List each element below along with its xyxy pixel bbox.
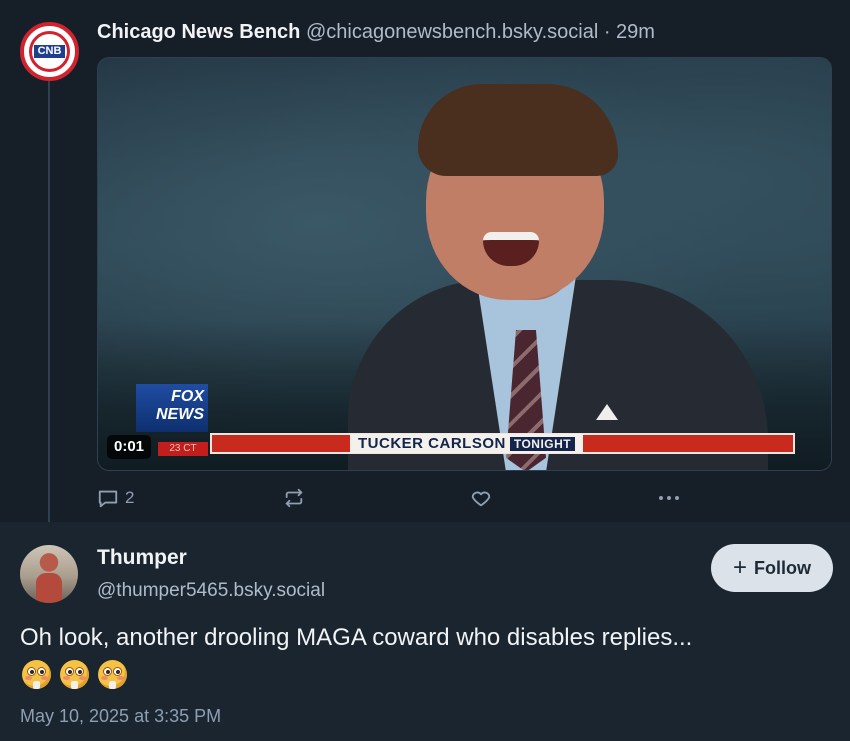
speech-bubble-icon [98, 490, 118, 508]
post-time[interactable]: 29m [616, 21, 655, 43]
chyron-title: TUCKER CARLSON [358, 435, 506, 452]
reply-button[interactable]: 2 [97, 487, 134, 509]
flushed-face-icon [98, 660, 127, 689]
chyron-tag: TONIGHT [509, 437, 576, 451]
flushed-face-icon [22, 660, 51, 689]
thread-line [48, 80, 50, 532]
cnb-logo: CNB [29, 31, 70, 72]
network-logo: FOX NEWS [136, 384, 208, 432]
repost-icon [285, 488, 303, 508]
ellipsis-icon [659, 496, 679, 500]
heart-icon [471, 491, 491, 507]
separator: · [598, 21, 617, 43]
video-elapsed-time: 0:01 [107, 435, 152, 459]
like-button[interactable] [470, 487, 492, 509]
avatar[interactable]: CNB [20, 22, 79, 81]
author-name[interactable]: Chicago News Bench [97, 21, 300, 43]
author-handle[interactable]: @chicagonewsbench.bsky.social [306, 21, 598, 43]
chyron-text: TUCKER CARLSON TONIGHT [350, 434, 584, 453]
follow-button[interactable]: + Follow [711, 544, 833, 592]
broadcast-clock: 23 CT [158, 442, 208, 456]
reply-count: 2 [125, 488, 135, 507]
post-date[interactable]: May 10, 2025 at 3:35 PM [20, 706, 221, 727]
avatar[interactable] [20, 545, 78, 603]
more-options-button[interactable] [656, 487, 682, 509]
repost-button[interactable] [283, 487, 305, 509]
post-header: Chicago News Bench @chicagonewsbench.bsk… [97, 21, 655, 44]
chyron: TUCKER CARLSON TONIGHT [210, 433, 795, 454]
video-person [348, 80, 768, 470]
emoji-row [22, 660, 127, 689]
plus-icon: + [732, 554, 747, 581]
author-handle[interactable]: @thumper5465.bsky.social [97, 580, 325, 602]
avatar-text: CNB [33, 45, 66, 58]
flushed-face-icon [60, 660, 89, 689]
post-text: Oh look, another drooling MAGA coward wh… [20, 624, 693, 651]
video-player[interactable]: FOX NEWS 23 CT TUCKER CARLSON TONIGHT 0:0… [97, 57, 832, 471]
post-actions: 2 [0, 487, 850, 511]
follow-label: Follow [754, 557, 811, 578]
author-name[interactable]: Thumper [97, 546, 187, 570]
